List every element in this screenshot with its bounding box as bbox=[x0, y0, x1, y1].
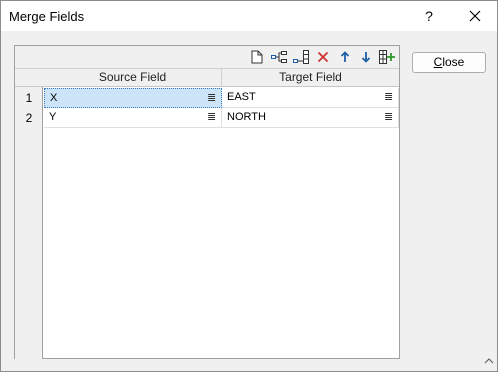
list-menu-icon[interactable]: ≣ bbox=[207, 92, 217, 104]
delete-icon[interactable] bbox=[315, 49, 331, 65]
insert-field-icon[interactable] bbox=[293, 49, 309, 65]
list-menu-icon[interactable]: ≣ bbox=[384, 91, 394, 103]
close-icon bbox=[469, 10, 481, 22]
move-up-icon[interactable] bbox=[337, 49, 353, 65]
cell-value: EAST bbox=[227, 91, 256, 103]
collapse-chevron-icon[interactable] bbox=[483, 355, 495, 367]
move-down-icon[interactable] bbox=[358, 49, 374, 65]
source-field-cell[interactable]: X ≣ bbox=[44, 88, 222, 108]
grid-toolbar bbox=[15, 46, 399, 68]
cell-value: NORTH bbox=[227, 111, 266, 123]
cell-value: Y bbox=[49, 111, 57, 123]
merge-fields-grid: Source Field Target Field 1 X ≣ EAST ≣ 2… bbox=[15, 68, 399, 359]
new-file-icon[interactable] bbox=[249, 49, 265, 65]
source-field-cell[interactable]: Y ≣ bbox=[44, 108, 222, 128]
dialog-title: Merge Fields bbox=[9, 9, 85, 24]
list-menu-icon[interactable]: ≣ bbox=[207, 111, 217, 123]
close-button[interactable]: Close bbox=[412, 52, 486, 73]
grid-header: Source Field Target Field bbox=[15, 69, 399, 87]
list-menu-icon[interactable]: ≣ bbox=[384, 111, 394, 123]
column-header-target-field[interactable]: Target Field bbox=[222, 69, 399, 87]
help-button[interactable]: ? bbox=[409, 1, 449, 31]
window-close-button[interactable] bbox=[455, 1, 495, 31]
row-number[interactable]: 2 bbox=[15, 108, 43, 128]
merge-fields-dialog: Merge Fields ? Source Field Target Field… bbox=[0, 0, 498, 372]
cell-value: X bbox=[50, 92, 58, 104]
table-row: 2 Y ≣ NORTH ≣ bbox=[15, 108, 399, 128]
tree-structure-icon[interactable] bbox=[271, 49, 287, 65]
title-bar: Merge Fields ? bbox=[1, 1, 497, 31]
target-field-cell[interactable]: NORTH ≣ bbox=[222, 108, 399, 128]
add-column-icon[interactable] bbox=[379, 49, 395, 65]
column-header-source-field[interactable]: Source Field bbox=[44, 69, 222, 87]
table-row: 1 X ≣ EAST ≣ bbox=[15, 88, 399, 108]
target-field-cell[interactable]: EAST ≣ bbox=[222, 88, 399, 108]
row-number[interactable]: 1 bbox=[15, 88, 43, 108]
fields-panel: Source Field Target Field 1 X ≣ EAST ≣ 2… bbox=[14, 45, 400, 359]
